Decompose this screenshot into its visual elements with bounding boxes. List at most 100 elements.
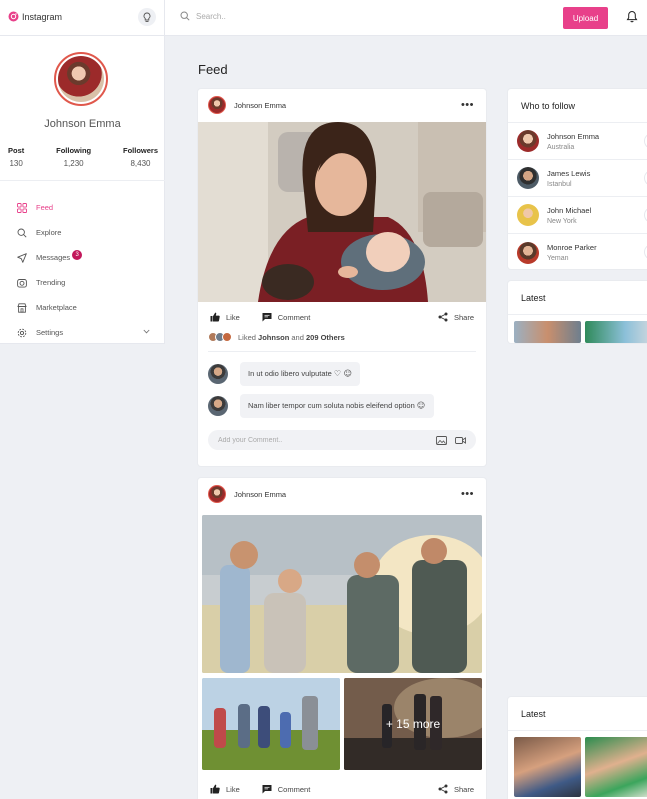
- panel-title: Latest: [508, 281, 647, 315]
- gear-icon: [16, 327, 28, 339]
- stat-value: 8,430: [130, 159, 151, 168]
- sidebar-item-marketplace[interactable]: Marketplace: [16, 295, 156, 320]
- sidebar-item-settings[interactable]: Settings: [16, 320, 156, 345]
- post-header: Johnson Emma •••: [198, 89, 486, 121]
- sidebar-item-label: Settings: [36, 328, 64, 337]
- share-icon: [438, 312, 448, 322]
- latest-thumbnail[interactable]: [585, 321, 647, 343]
- sidebar-item-label: Marketplace: [36, 303, 77, 312]
- comment-bubble: In ut odio libero vulputate ♡ ☺: [240, 362, 360, 386]
- like-button[interactable]: Like: [210, 312, 240, 322]
- profile-photo: [58, 56, 104, 102]
- liked-prefix: Liked: [238, 332, 256, 342]
- latest-thumbnail[interactable]: [514, 737, 581, 797]
- stat-label: Following: [56, 146, 92, 155]
- avatar[interactable]: [208, 396, 228, 416]
- like-label: Like: [226, 312, 240, 322]
- search-icon: [16, 227, 28, 239]
- post-header: Johnson Emma •••: [198, 478, 486, 510]
- share-button[interactable]: Share: [438, 784, 474, 794]
- avatar[interactable]: [208, 364, 228, 384]
- comment-bubble: Nam liber tempor cum soluta nobis eleife…: [240, 394, 434, 418]
- avatar: [517, 204, 539, 226]
- follow-suggestion[interactable]: John Michael New York: [508, 197, 647, 234]
- comment-button[interactable]: Comment: [262, 312, 311, 322]
- sidebar-item-label: Messages: [36, 253, 71, 262]
- latest-thumbnails: [508, 737, 647, 797]
- avatar[interactable]: [208, 96, 226, 114]
- post-photo[interactable]: [202, 678, 340, 770]
- comment-input[interactable]: [218, 436, 436, 444]
- post-author[interactable]: Johnson Emma: [234, 490, 286, 499]
- share-button[interactable]: Share: [438, 312, 474, 322]
- liked-user[interactable]: Johnson: [258, 333, 289, 342]
- post-photo[interactable]: [202, 515, 482, 673]
- search-icon: [180, 11, 190, 21]
- post-actions: Like Comment Share: [198, 305, 486, 329]
- comment-label: Comment: [277, 784, 311, 794]
- more-options-icon[interactable]: •••: [461, 99, 474, 111]
- video-icon[interactable]: [455, 436, 466, 445]
- upload-button[interactable]: Upload: [563, 7, 608, 29]
- latest-thumbnail[interactable]: [514, 321, 581, 343]
- like-button[interactable]: Like: [210, 784, 240, 794]
- follow-suggestion[interactable]: Monroe Parker Yeman: [508, 234, 647, 271]
- comment-icon: [262, 312, 272, 322]
- sidebar-item-label: Trending: [36, 278, 66, 287]
- avatar[interactable]: [208, 485, 226, 503]
- share-icon: [438, 784, 448, 794]
- messages-count-badge: 3: [72, 249, 83, 260]
- liked-others[interactable]: 209 Others: [306, 333, 345, 342]
- sidebar-nav: Feed Explore Messages 3 Trending Marketp…: [16, 195, 156, 345]
- lightbulb-icon: [142, 12, 152, 23]
- latest-panel: Latest: [508, 697, 647, 799]
- post-photo-more[interactable]: + 15 more: [344, 678, 482, 770]
- image-icon[interactable]: [436, 435, 447, 445]
- brand[interactable]: Instagram: [8, 11, 62, 22]
- post-card: Johnson Emma ••• + 15 more Like Comment …: [198, 478, 486, 799]
- post-actions: Like Comment Share: [198, 777, 486, 799]
- sidebar-item-feed[interactable]: Feed: [16, 195, 156, 220]
- avatar: [222, 332, 232, 342]
- comment-item: In ut odio libero vulputate ♡ ☺: [198, 358, 486, 390]
- stat-following[interactable]: Following 1,230: [56, 146, 91, 168]
- more-options-icon[interactable]: •••: [461, 488, 474, 500]
- avatar: [517, 130, 539, 152]
- follow-location: New York: [547, 217, 577, 225]
- chevron-down-icon[interactable]: [143, 329, 150, 334]
- follow-suggestion[interactable]: James Lewis Istanbul: [508, 160, 647, 197]
- sidebar-item-trending[interactable]: Trending: [16, 270, 156, 295]
- profile-avatar[interactable]: [54, 52, 108, 106]
- post-author[interactable]: Johnson Emma: [234, 101, 286, 110]
- theme-toggle-button[interactable]: [138, 8, 156, 26]
- divider: [208, 351, 476, 352]
- profile-name: Johnson Emma: [44, 118, 121, 130]
- sidebar-item-label: Feed: [36, 203, 54, 212]
- latest-thumbnail[interactable]: [585, 737, 647, 797]
- camera-icon: [16, 277, 28, 289]
- sidebar-item-explore[interactable]: Explore: [16, 220, 156, 245]
- comment-item: Nam liber tempor cum soluta nobis eleife…: [198, 390, 486, 422]
- comment-button[interactable]: Comment: [262, 784, 311, 794]
- stat-followers[interactable]: Followers 8,430: [123, 146, 158, 168]
- bell-icon[interactable]: [626, 10, 638, 23]
- like-label: Like: [226, 784, 240, 794]
- search-input[interactable]: [196, 11, 396, 21]
- follow-location: Istanbul: [547, 180, 572, 188]
- sidebar-item-messages[interactable]: Messages 3: [16, 245, 156, 270]
- comment-text: In ut odio libero vulputate: [248, 369, 332, 378]
- post-photo[interactable]: [198, 122, 486, 302]
- stat-posts[interactable]: Post 130: [8, 146, 24, 168]
- divider: [0, 180, 165, 181]
- profile-stats: Post 130 Following 1,230 Followers 8,430: [8, 146, 158, 168]
- comment-attachments: [436, 435, 466, 445]
- grid-icon: [16, 202, 28, 214]
- share-label: Share: [453, 784, 474, 794]
- comment-label: Comment: [277, 312, 311, 322]
- latest-panel: Latest: [508, 281, 647, 343]
- follow-suggestion[interactable]: Johnson Emma Australia: [508, 123, 647, 160]
- stat-value: 1,230: [63, 159, 84, 168]
- panel-title: Who to follow: [508, 89, 647, 123]
- avatar: [517, 167, 539, 189]
- comment-emoji: ♡ ☺: [333, 369, 352, 378]
